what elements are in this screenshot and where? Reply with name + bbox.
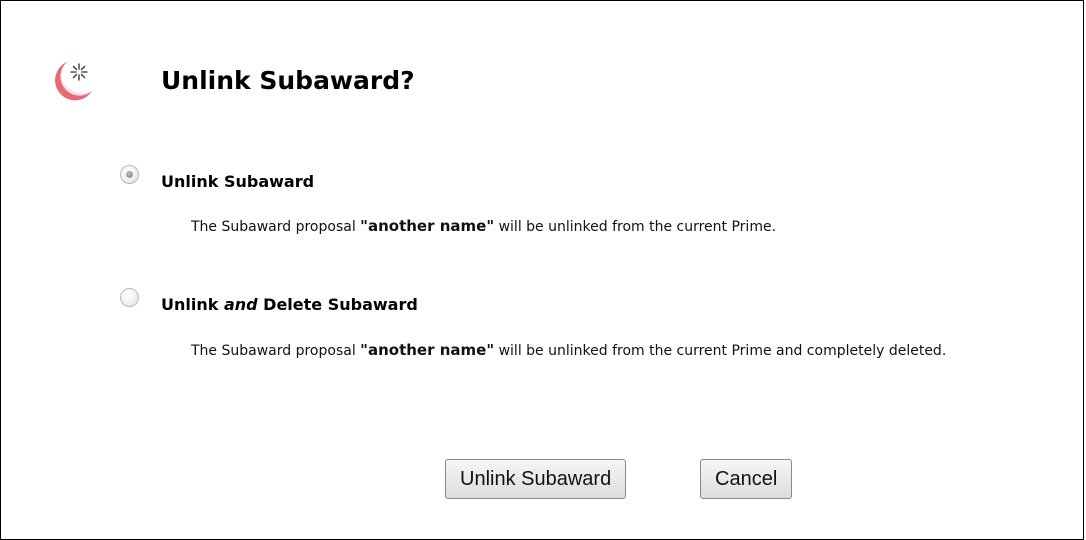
desc-suffix: will be unlinked from the current Prime. (494, 219, 777, 235)
dialog-title: Unlink Subaward? (161, 66, 415, 95)
unlink-option-label[interactable]: Unlink Subaward (161, 171, 314, 193)
unlink-and-delete-option-radio[interactable] (120, 288, 139, 307)
proposal-name: "another name" (360, 217, 495, 235)
cancel-button[interactable]: Cancel (700, 459, 793, 499)
unlink-subaward-dialog: Unlink Subaward? Unlink Subaward The Sub… (0, 0, 1084, 540)
label-part-emphasis: and (223, 295, 258, 314)
label-part-after: Delete Subaward (257, 295, 418, 314)
proposal-name: "another name" (360, 341, 495, 359)
desc-suffix: will be unlinked from the current Prime … (494, 343, 947, 359)
radio-selected-dot (126, 171, 133, 178)
label-part-before: Unlink (161, 295, 224, 314)
unlink-option-description: The Subaward proposal "another name" wil… (191, 216, 1071, 238)
unlink-and-delete-option-label[interactable]: Unlink and Delete Subaward (161, 294, 418, 316)
spinner-crescent-icon (55, 62, 92, 101)
desc-prefix: The Subaward proposal (191, 343, 361, 359)
unlink-subaward-button[interactable]: Unlink Subaward (445, 459, 627, 499)
unlink-and-delete-option-description: The Subaward proposal "another name" wil… (191, 340, 1071, 362)
desc-prefix: The Subaward proposal (191, 219, 361, 235)
unlink-option-radio[interactable] (120, 165, 139, 184)
